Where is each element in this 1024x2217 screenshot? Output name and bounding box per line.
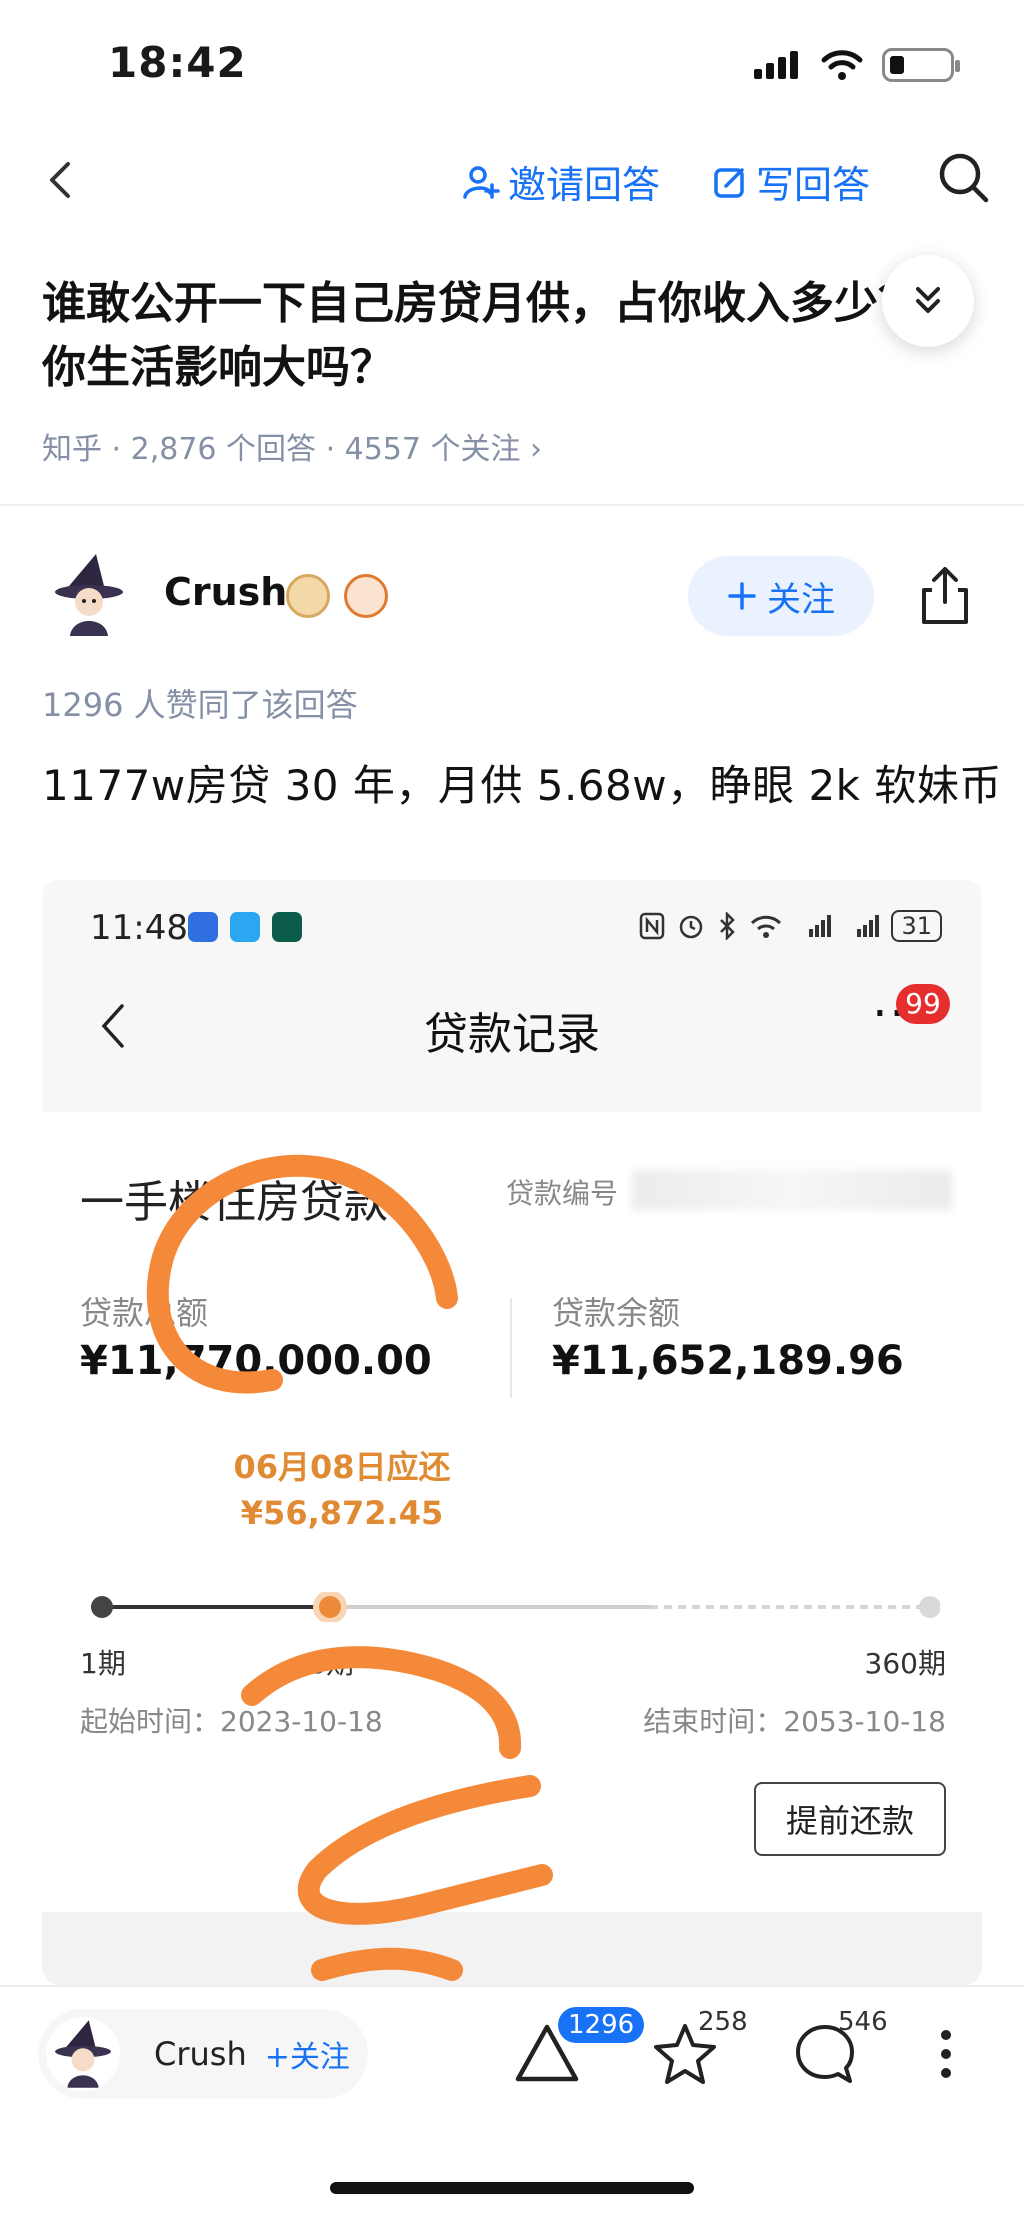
due-date-label: 06月08日应还 — [233, 1448, 451, 1486]
total-amount-label: 贷款总额 — [80, 1294, 209, 1332]
wifi-icon — [751, 915, 782, 938]
crown-badge-icon — [286, 574, 330, 618]
embedded-app-icons — [188, 912, 302, 942]
author-pill[interactable]: Crush +关注 — [38, 2009, 368, 2099]
back-arrow-icon[interactable] — [40, 158, 84, 202]
balance-label: 贷款余额 — [552, 1294, 681, 1332]
embedded-status-icons: 31 — [639, 910, 942, 942]
avatar[interactable] — [46, 2017, 120, 2091]
comment-count: 546 — [838, 2007, 888, 2037]
follow-button[interactable]: 关注 — [688, 556, 874, 636]
embedded-title: 贷款记录 — [424, 1009, 600, 1060]
top-nav: 邀请回答 写回答 — [0, 140, 1024, 220]
witch-avatar-icon — [55, 2020, 111, 2088]
bottom-author-name[interactable]: Crush — [154, 2035, 247, 2073]
status-bar: 18:42 — [0, 0, 1024, 130]
search-icon[interactable] — [936, 150, 990, 204]
write-answer-label: 写回答 — [756, 163, 871, 207]
eye-badge-icon — [344, 574, 388, 618]
cellular-signal-icon — [754, 51, 798, 79]
upvote-count: 1296 — [558, 2007, 645, 2043]
embedded-status-time: 11:48 — [90, 908, 188, 948]
follow-label: 关注 — [767, 579, 835, 620]
loan-number-redacted — [632, 1170, 952, 1210]
home-indicator[interactable] — [330, 2182, 694, 2194]
chat-notification-icon — [230, 912, 260, 942]
author-name[interactable]: Crush — [164, 570, 287, 614]
repayment-progress-track — [91, 1592, 940, 1622]
more-options-icon[interactable] — [914, 2021, 978, 2087]
period-current-label: 8期 — [308, 1647, 354, 1680]
write-answer-button[interactable]: 写回答 — [712, 154, 870, 209]
card-footer — [42, 1912, 982, 1985]
loan-type: 一手楼住房贷款 — [80, 1177, 388, 1228]
loan-card: 一手楼住房贷款 贷款编号 贷款总额 ¥11,770,000.00 贷款余额 ¥1… — [42, 1112, 982, 1985]
status-time: 18:42 — [108, 38, 247, 87]
double-chevron-down-icon — [916, 287, 940, 313]
total-amount-value: ¥11,770,000.00 — [80, 1338, 432, 1384]
4g-signal-icon — [809, 915, 832, 937]
avatar[interactable] — [44, 550, 134, 640]
likes-summary: 1296 人赞同了该回答 — [42, 686, 358, 724]
person-add-icon — [463, 165, 500, 199]
embedded-notification-badge: 99 — [896, 984, 950, 1024]
due-amount: ¥56,872.45 — [240, 1494, 444, 1532]
loan-number-label: 贷款编号 — [506, 1177, 619, 1210]
favorite-count: 258 — [698, 2007, 748, 2037]
edit-icon — [714, 167, 744, 198]
end-date: 结束时间：2053-10-18 — [643, 1705, 946, 1738]
plus-icon — [728, 582, 756, 610]
question-meta[interactable]: 知乎 · 2,876 个回答 · 4557 个关注 › — [42, 424, 542, 468]
invite-answer-label: 邀请回答 — [508, 163, 661, 207]
embedded-battery: 31 — [891, 910, 942, 942]
period-start-label: 1期 — [80, 1647, 126, 1680]
question-title[interactable]: 谁敢公开一下自己房贷月供，占你收入多少？对你生活影响大吗？ — [42, 272, 992, 400]
prepay-button: 提前还款 — [754, 1782, 946, 1856]
battery-icon — [882, 48, 960, 82]
status-icons — [752, 48, 960, 82]
nfc-icon — [640, 912, 665, 940]
app-notification-icon — [188, 912, 218, 942]
witch-avatar-icon — [55, 554, 123, 636]
period-end-label: 360期 — [864, 1647, 946, 1680]
bottom-follow-button[interactable]: +关注 — [265, 2032, 350, 2076]
answer-text: 1177w房贷 30 年，月供 5.68w，睁眼 2k 软妹币 — [42, 761, 1002, 810]
bluetooth-icon — [720, 912, 736, 940]
expand-button[interactable] — [882, 255, 974, 347]
alarm-icon — [680, 915, 703, 939]
answer-page: 18:42 邀请回答 写回答 谁敢公开一下自己房贷月供，占你收入多少？对你生活影… — [0, 0, 1024, 2217]
embedded-screenshot[interactable]: 11:48 31 贷款记录 ··· 99 一手楼住房贷款 贷款编号 贷款总额 ¥… — [42, 880, 982, 1985]
wifi-icon — [821, 50, 863, 80]
app-notification-icon — [272, 912, 302, 942]
4g-signal-icon — [857, 915, 880, 937]
divider — [510, 1298, 512, 1398]
invite-answer-button[interactable]: 邀请回答 — [462, 154, 660, 209]
divider — [0, 504, 1024, 506]
balance-value: ¥11,652,189.96 — [552, 1338, 904, 1384]
share-icon[interactable] — [916, 564, 974, 626]
start-date: 起始时间：2023-10-18 — [80, 1705, 383, 1738]
